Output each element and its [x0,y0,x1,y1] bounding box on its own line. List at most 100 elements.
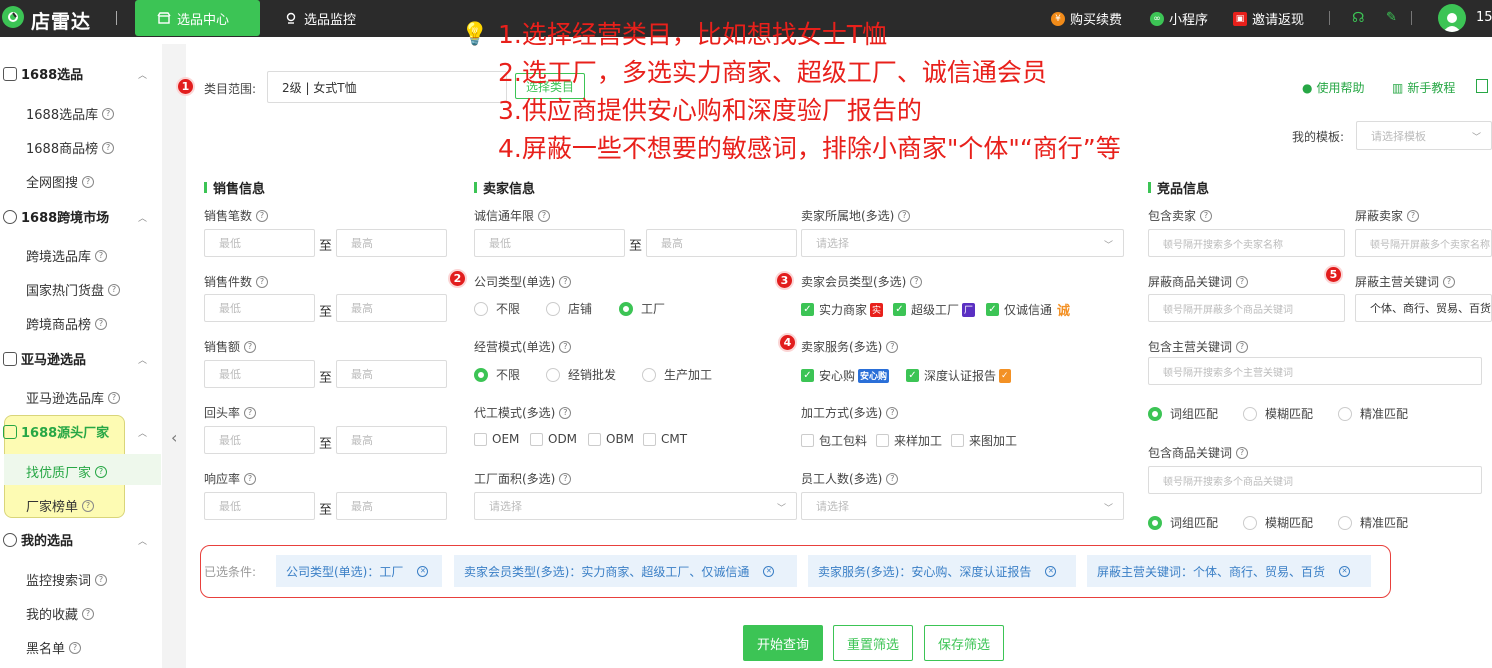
sidebar-item-crossborder-ranking[interactable]: 跨境商品榜? [26,314,108,333]
step-badge-1: 1 [176,77,195,96]
avatar[interactable] [1438,4,1466,32]
repurchase-min[interactable]: 最低 [204,426,315,454]
checkbox-obm[interactable]: OBM [588,432,634,446]
brand-name[interactable]: 店雷达 [31,7,91,34]
checkbox-drawing-process[interactable]: 来图加工 [951,432,1017,449]
sales-amount-min[interactable]: 最低 [204,360,315,388]
annotation-line-4: 4.屏蔽一些不想要的敏感词，排除小商家"个体"“商行”等 [498,134,1121,163]
sales-units-min[interactable]: 最低 [204,294,315,322]
filter-chip-member[interactable]: 卖家会员类型(多选)：实力商家、超级工厂、仅诚信通 ✕ [454,555,797,587]
filter-chip-block-keyword[interactable]: 屏蔽主营关键词：个体、商行、贸易、百货 ✕ [1087,555,1371,587]
include-main-keyword-input[interactable]: 顿号隔开搜索多个主营关键词 [1148,357,1482,385]
shop-icon [157,12,171,24]
category-field[interactable]: 2级 | 女式T恤 [267,71,507,103]
sales-orders-min[interactable]: 最低 [204,229,315,257]
sidebar-item-factory-ranking[interactable]: 厂家榜单? [26,496,95,515]
block-seller-input[interactable]: 顿号隔开屏蔽多个卖家名称 [1355,229,1492,257]
help-icon: ? [910,275,923,288]
help-icon: ? [82,607,95,620]
radio-circle [1338,515,1352,530]
radio-main-exact[interactable]: 精准匹配 [1338,405,1408,422]
sidebar-group-amazon[interactable]: 亚马逊选品 ︿ [0,349,147,368]
employees-select[interactable]: 请选择 ﹀ [801,492,1124,520]
radio-main-fuzzy[interactable]: 模糊匹配 [1243,405,1313,422]
checkbox-oem[interactable]: OEM [474,432,519,446]
collapse-sidebar-icon[interactable]: ‹ [171,428,177,447]
start-query-button[interactable]: 开始查询 [743,625,823,661]
radio-company-factory[interactable]: 工厂 [619,300,665,317]
invite-cashback-button[interactable]: ▣ 邀请返现 [1233,9,1304,28]
checkbox-credit-only[interactable]: ✓ 仅诚信通诚 [986,301,1072,319]
response-min[interactable]: 最低 [204,492,315,520]
sales-units-max[interactable]: 最高 [336,294,447,322]
sidebar-item-amazon-library[interactable]: 亚马逊选品库? [26,388,121,407]
sidebar-group-source-factory[interactable]: 1688源头厂家 ︿ [0,422,147,441]
checkbox-super-factory[interactable]: ✓ 超级工厂厂 [893,301,976,318]
sidebar-item-image-search[interactable]: 全网图搜? [26,172,95,191]
radio-mode-any[interactable]: 不限 [474,366,520,383]
credit-years-min[interactable]: 最低 [474,229,625,257]
help-icon: ? [69,641,82,654]
filter-chip-company[interactable]: 公司类型(单选)：工厂 ✕ [276,555,442,587]
repurchase-max[interactable]: 最高 [336,426,447,454]
save-filter-button[interactable]: 保存筛选 [924,625,1004,661]
radio-product-exact[interactable]: 精准匹配 [1338,514,1408,531]
tutorial-link[interactable]: ▥ 新手教程 [1392,79,1455,96]
tab-select-center[interactable]: 选品中心 [135,0,260,36]
sidebar-group-1688[interactable]: 1688选品 ︿ [0,64,147,83]
radio-product-phrase[interactable]: 词组匹配 [1148,514,1218,531]
checkbox-full-process[interactable]: 包工包料 [801,432,867,449]
sidebar-item-blacklist[interactable]: 黑名单? [26,638,82,657]
sidebar-item-1688-library[interactable]: 1688选品库? [26,104,115,123]
sidebar-group-my-selection[interactable]: 我的选品 ︿ [0,530,147,549]
radio-circle [619,301,633,316]
sidebar-item-country-hot[interactable]: 国家热门货盘? [26,280,121,299]
help-icon: ? [244,340,257,353]
radio-main-phrase[interactable]: 词组匹配 [1148,405,1218,422]
seller-location-select[interactable]: 请选择 ﹀ [801,229,1124,257]
filter-chip-service[interactable]: 卖家服务(多选)：安心购、深度认证报告 ✕ [808,555,1076,587]
headset-icon[interactable]: ☊ [1352,10,1364,26]
divider [1329,11,1330,25]
step-badge-3: 3 [775,271,794,290]
radio-mode-wholesale[interactable]: 经销批发 [546,366,616,383]
checkbox-cmt[interactable]: CMT [643,432,687,446]
reset-filter-button[interactable]: 重置筛选 [833,625,913,661]
buy-renew-button[interactable]: ¥ 购买续费 [1051,9,1122,28]
checkbox-deep-report[interactable]: ✓ 深度认证报告 ✓ [906,367,1011,384]
checkbox-safe-buy[interactable]: ✓ 安心购 安心购 [801,367,890,384]
sales-amount-max[interactable]: 最高 [336,360,447,388]
sidebar-item-crossborder-library[interactable]: 跨境选品库? [26,246,108,265]
checkbox-sample-process[interactable]: 来样加工 [876,432,942,449]
checkbox-odm[interactable]: ODM [530,432,577,446]
block-product-keyword-input[interactable]: 顿号隔开屏蔽多个商品关键词 [1148,294,1345,322]
radio-circle [546,301,560,316]
tab-monitor[interactable]: 选品监控 [284,0,356,36]
radio-company-any[interactable]: 不限 [474,300,520,317]
sidebar-group-crossborder[interactable]: 1688跨境市场 ︿ [0,207,147,226]
response-max[interactable]: 最高 [336,492,447,520]
include-seller-input[interactable]: 顿号隔开搜索多个卖家名称 [1148,229,1345,257]
help-link[interactable]: ● 使用帮助 [1302,79,1365,96]
checkbox-strong-merchant[interactable]: ✓ 实力商家实 [801,301,884,318]
credit-years-max[interactable]: 最高 [646,229,797,257]
factory-area-select[interactable]: 请选择 ﹀ [474,492,797,520]
include-product-keyword-input[interactable]: 顿号隔开搜索多个商品关键词 [1148,466,1482,494]
miniprogram-button[interactable]: ∞ 小程序 [1150,9,1208,28]
section-seller: 卖家信息 [474,178,535,197]
radio-mode-manufacturing[interactable]: 生产加工 [642,366,712,383]
block-main-keyword-input[interactable]: 个体、商行、贸易、百货 [1355,294,1492,322]
template-select[interactable]: 请选择模板 ﹀ [1356,121,1492,150]
sidebar-item-1688-ranking[interactable]: 1688商品榜? [26,138,115,157]
sidebar-item-find-factory[interactable]: 找优质厂家? [26,462,108,481]
sidebar-item-favorites[interactable]: 我的收藏? [26,604,95,623]
logo-icon[interactable] [2,6,24,28]
sidebar-item-monitor-keywords[interactable]: 监控搜索词? [26,570,108,589]
check-icon: ✓ [986,303,999,316]
book-icon[interactable] [1476,79,1488,93]
edit-icon[interactable]: ✎ [1386,10,1397,25]
to-label: 至 [629,239,643,254]
sales-orders-max[interactable]: 最高 [336,229,447,257]
radio-company-shop[interactable]: 店铺 [546,300,592,317]
radio-product-fuzzy[interactable]: 模糊匹配 [1243,514,1313,531]
